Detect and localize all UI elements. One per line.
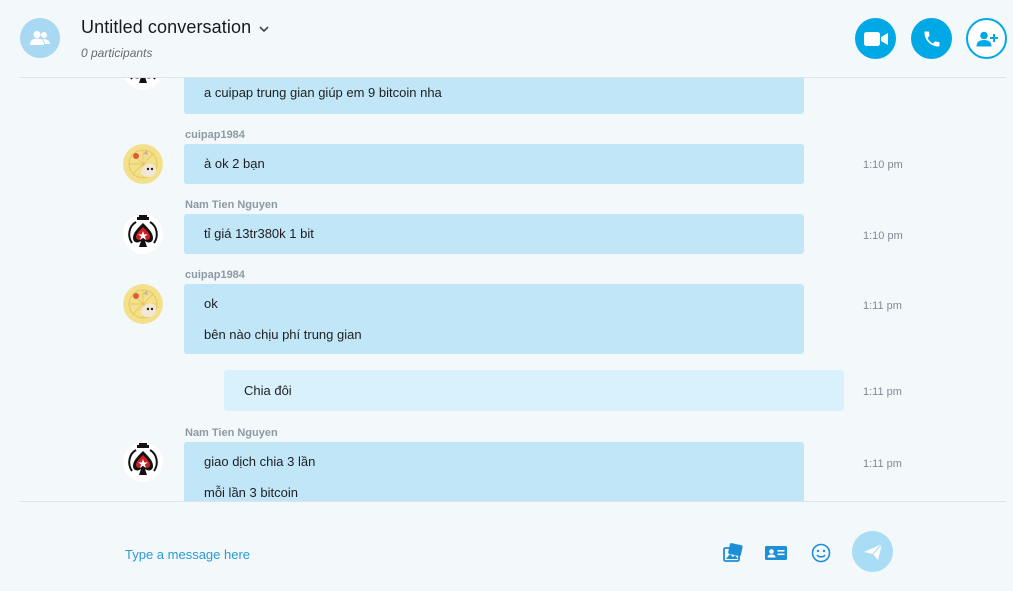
add-participant-icon <box>976 31 998 46</box>
message-sender: cuipap1984 <box>185 269 245 281</box>
message-sender: Nam Tien Nguyen <box>185 427 278 439</box>
participants-count: 0 participants <box>81 46 153 60</box>
send-icon <box>863 543 882 560</box>
message-text: mỗi lần 3 bitcoin <box>204 485 298 500</box>
poker-avatar[interactable] <box>123 214 163 254</box>
message-bubble[interactable]: a cuipap trung gian giúp em 9 bitcoin nh… <box>184 78 804 114</box>
audio-call-button[interactable] <box>911 18 952 59</box>
contact-card-button[interactable] <box>765 542 787 564</box>
cat-avatar[interactable] <box>123 284 163 324</box>
message-list[interactable]: a cuipap trung gian giúp em 9 bitcoin nh… <box>0 78 1013 501</box>
message-bubble[interactable]: à ok 2 bạn <box>184 144 804 184</box>
media-gallery-icon <box>723 543 743 562</box>
message-time: 1:11 pm <box>863 386 902 398</box>
emoji-button[interactable] <box>810 542 832 564</box>
message-text: tỉ giá 13tr380k 1 bit <box>204 226 314 241</box>
contact-card-icon <box>765 546 787 560</box>
message-sender: cuipap1984 <box>185 129 245 141</box>
message-bubble[interactable]: ok bên nào chịu phí trung gian <box>184 284 804 354</box>
message-text: giao dịch chia 3 lần <box>204 454 316 469</box>
message-text: a cuipap trung gian giúp em 9 bitcoin nh… <box>204 85 442 100</box>
message-text: ok <box>204 296 218 311</box>
add-participant-button[interactable] <box>966 18 1007 59</box>
own-message-bubble[interactable]: Chia đôi <box>224 370 844 411</box>
message-text: à ok 2 bạn <box>204 156 265 171</box>
conversation-header: Untitled conversation 0 participants <box>0 0 1013 78</box>
conversation-title: Untitled conversation <box>81 17 252 37</box>
message-text: bên nào chịu phí trung gian <box>204 327 362 342</box>
chevron-down-icon <box>259 25 269 32</box>
message-time: 1:10 pm <box>863 159 903 171</box>
phone-call-icon <box>924 31 939 46</box>
poker-avatar[interactable] <box>123 442 163 482</box>
message-text: Chia đôi <box>244 383 292 398</box>
poker-avatar[interactable] <box>123 78 163 90</box>
group-icon <box>30 31 50 45</box>
cat-avatar[interactable] <box>123 144 163 184</box>
video-call-button[interactable] <box>855 18 896 59</box>
message-time: 1:10 pm <box>863 230 903 242</box>
message-composer: Type a message here <box>0 502 1013 591</box>
message-time: 1:11 pm <box>863 458 902 470</box>
emoji-icon <box>811 543 831 563</box>
message-bubble[interactable]: tỉ giá 13tr380k 1 bit <box>184 214 804 254</box>
video-call-icon <box>863 31 888 46</box>
group-avatar[interactable] <box>20 18 60 58</box>
media-gallery-button[interactable] <box>722 542 744 564</box>
message-sender: Nam Tien Nguyen <box>185 199 278 211</box>
send-button[interactable] <box>852 531 893 572</box>
message-bubble[interactable]: giao dịch chia 3 lần mỗi lần 3 bitcoin <box>184 442 804 501</box>
message-input[interactable]: Type a message here <box>125 547 250 562</box>
conversation-title-button[interactable]: Untitled conversation <box>81 17 269 38</box>
message-time: 1:11 pm <box>863 300 902 312</box>
